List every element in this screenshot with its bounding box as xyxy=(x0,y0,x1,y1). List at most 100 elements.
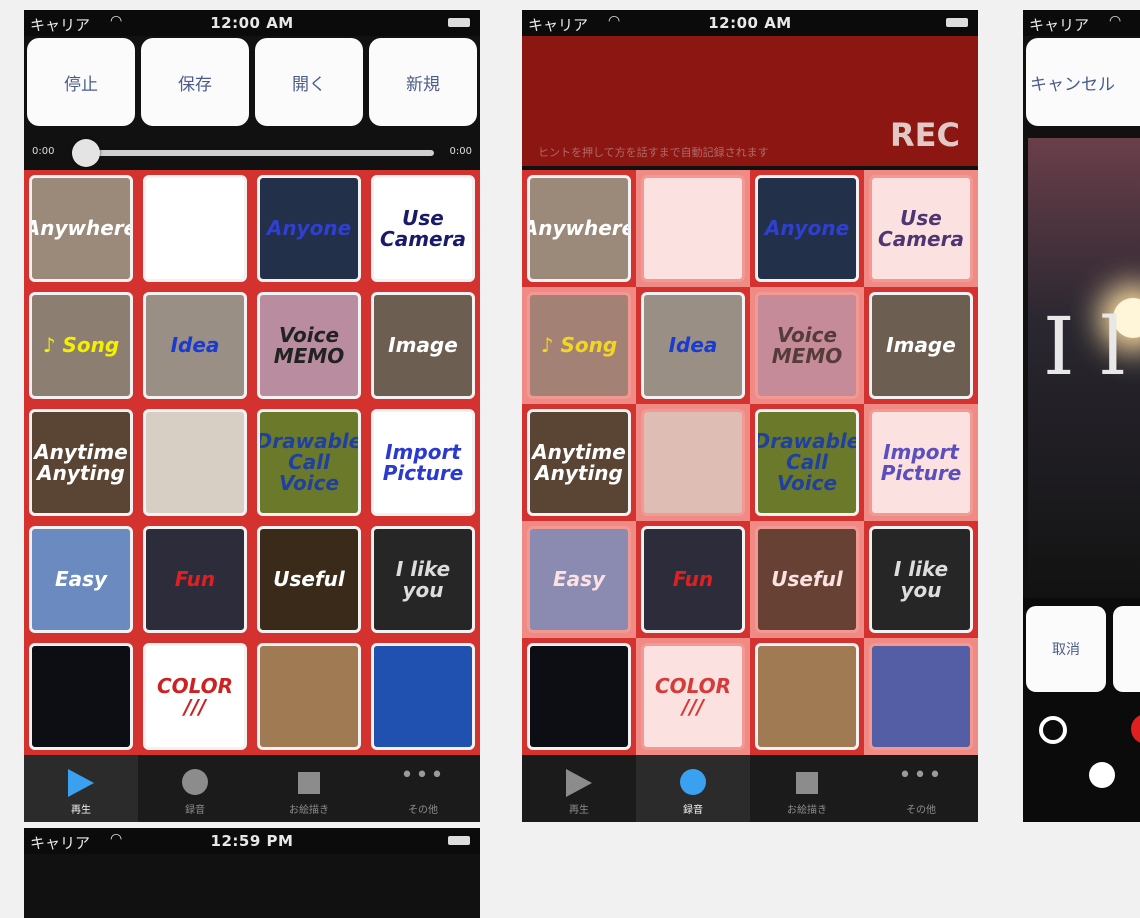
open-button[interactable]: 開く xyxy=(255,38,363,126)
brush-outline-icon[interactable] xyxy=(1039,716,1067,744)
tile-image: Easy xyxy=(29,526,133,633)
tile[interactable]: Useful xyxy=(252,521,366,638)
tab-play[interactable]: 再生 xyxy=(522,755,636,822)
tile[interactable]: ♪ Song xyxy=(522,287,636,404)
tile[interactable] xyxy=(24,638,138,755)
tile-image: Fun xyxy=(143,526,247,633)
tile[interactable]: Drawable Call Voice xyxy=(252,404,366,521)
slider-knob[interactable] xyxy=(72,139,100,167)
tile[interactable]: Fun xyxy=(138,521,252,638)
stop-button[interactable]: 停止 xyxy=(27,38,135,126)
battery-icon xyxy=(448,836,470,845)
tile-image xyxy=(143,175,247,282)
tile-image xyxy=(641,409,745,516)
tile-image: Image xyxy=(371,292,475,399)
rec-label: REC xyxy=(890,116,960,154)
tile[interactable]: Idea xyxy=(636,287,750,404)
tile[interactable]: COLOR /// xyxy=(138,638,252,755)
rec-hint: ヒントを押して方を話すまで自動記録されます xyxy=(538,146,769,159)
tile-image xyxy=(257,643,361,750)
new-button[interactable]: 新規 xyxy=(369,38,477,126)
tile-image: Use Camera xyxy=(869,175,973,282)
tile[interactable]: Use Camera xyxy=(366,170,480,287)
undo-button[interactable]: 取消 xyxy=(1026,606,1106,692)
tile[interactable] xyxy=(750,638,864,755)
tab-record[interactable]: 録音 xyxy=(636,755,750,822)
tile-image xyxy=(143,409,247,516)
toolbar: 停止 保存 開く 新規 xyxy=(24,38,480,126)
tile[interactable]: Anytime Anyting xyxy=(24,404,138,521)
tile[interactable]: Easy xyxy=(24,521,138,638)
tile-grid: Anywhere Anyone Use Camera ♪ Song Idea Voice … xyxy=(522,170,978,755)
tile[interactable]: Anyone xyxy=(750,170,864,287)
tile-image: Drawable Call Voice xyxy=(257,409,361,516)
cancel-button[interactable]: キャンセル xyxy=(1026,38,1140,126)
tab-bar: 再生 録音 お絵描き ••• その他 xyxy=(522,755,978,822)
tile-image: Drawable Call Voice xyxy=(755,409,859,516)
tile[interactable] xyxy=(252,638,366,755)
phone-screen-play: キャリア ◠ 12:00 AM 停止 保存 開く 新規 0:00 0:00 An… xyxy=(24,10,480,822)
tab-label: 録音 xyxy=(683,805,703,816)
tile[interactable]: I like you xyxy=(864,521,978,638)
secondary-button[interactable] xyxy=(1113,606,1140,692)
tile[interactable]: Anywhere xyxy=(522,170,636,287)
tile[interactable]: Useful xyxy=(750,521,864,638)
play-icon xyxy=(68,769,94,797)
playback-slider[interactable]: 0:00 0:00 xyxy=(24,138,480,167)
tab-label: 再生 xyxy=(569,805,589,816)
play-icon xyxy=(566,769,592,797)
more-icon: ••• xyxy=(400,763,446,788)
tab-record[interactable]: 録音 xyxy=(138,755,252,822)
slider-track[interactable] xyxy=(72,150,434,156)
tile-image: Anywhere xyxy=(29,175,133,282)
phone-screen-bottom: キャリア ◠ 12:59 PM xyxy=(24,828,480,918)
tile[interactable] xyxy=(138,404,252,521)
tile[interactable]: Easy xyxy=(522,521,636,638)
tab-draw[interactable]: お絵描き xyxy=(252,755,366,822)
tile[interactable]: Fun xyxy=(636,521,750,638)
tab-label: お絵描き xyxy=(787,805,827,816)
tile[interactable]: Image xyxy=(366,287,480,404)
tile[interactable]: Voice MEMO xyxy=(750,287,864,404)
tile[interactable]: Voice MEMO xyxy=(252,287,366,404)
tile-image: ♪ Song xyxy=(29,292,133,399)
tile[interactable]: I like you xyxy=(366,521,480,638)
tile[interactable] xyxy=(138,170,252,287)
tile[interactable]: Anywhere xyxy=(24,170,138,287)
tile[interactable]: Import Picture xyxy=(366,404,480,521)
brush-white-icon[interactable] xyxy=(1089,762,1115,788)
tile[interactable]: Import Picture xyxy=(864,404,978,521)
tile[interactable]: COLOR /// xyxy=(636,638,750,755)
carrier-label: キャリア xyxy=(1029,16,1090,34)
draw-icon xyxy=(796,772,818,794)
status-bar: キャリア ◠ 12:00 AM xyxy=(522,10,978,36)
draw-icon xyxy=(298,772,320,794)
tile-image: Anywhere xyxy=(527,175,631,282)
tile[interactable] xyxy=(366,638,480,755)
tile[interactable]: Anytime Anyting xyxy=(522,404,636,521)
tile[interactable]: ♪ Song xyxy=(24,287,138,404)
tab-more[interactable]: ••• その他 xyxy=(366,755,480,822)
tile-image: Fun xyxy=(641,526,745,633)
tab-more[interactable]: ••• その他 xyxy=(864,755,978,822)
tile[interactable]: Image xyxy=(864,287,978,404)
rec-banner[interactable]: ヒントを押して方を話すまで自動記録されます REC xyxy=(522,36,978,166)
more-icon: ••• xyxy=(898,763,944,788)
tile-image xyxy=(869,643,973,750)
tile[interactable] xyxy=(636,170,750,287)
tile[interactable]: Drawable Call Voice xyxy=(750,404,864,521)
tile[interactable]: Use Camera xyxy=(864,170,978,287)
tile[interactable] xyxy=(522,638,636,755)
clock: 12:59 PM xyxy=(210,832,294,850)
tab-play[interactable]: 再生 xyxy=(24,755,138,822)
tile[interactable] xyxy=(864,638,978,755)
save-button[interactable]: 保存 xyxy=(141,38,249,126)
tile[interactable]: Anyone xyxy=(252,170,366,287)
tile[interactable]: Idea xyxy=(138,287,252,404)
status-bar: キャリア ◠ 12:59 PM xyxy=(24,828,480,854)
tab-draw[interactable]: お絵描き xyxy=(750,755,864,822)
tile[interactable] xyxy=(636,404,750,521)
tile-image xyxy=(371,643,475,750)
total-time: 0:00 xyxy=(449,146,472,157)
tab-bar: 再生 録音 お絵描き ••• その他 xyxy=(24,755,480,822)
